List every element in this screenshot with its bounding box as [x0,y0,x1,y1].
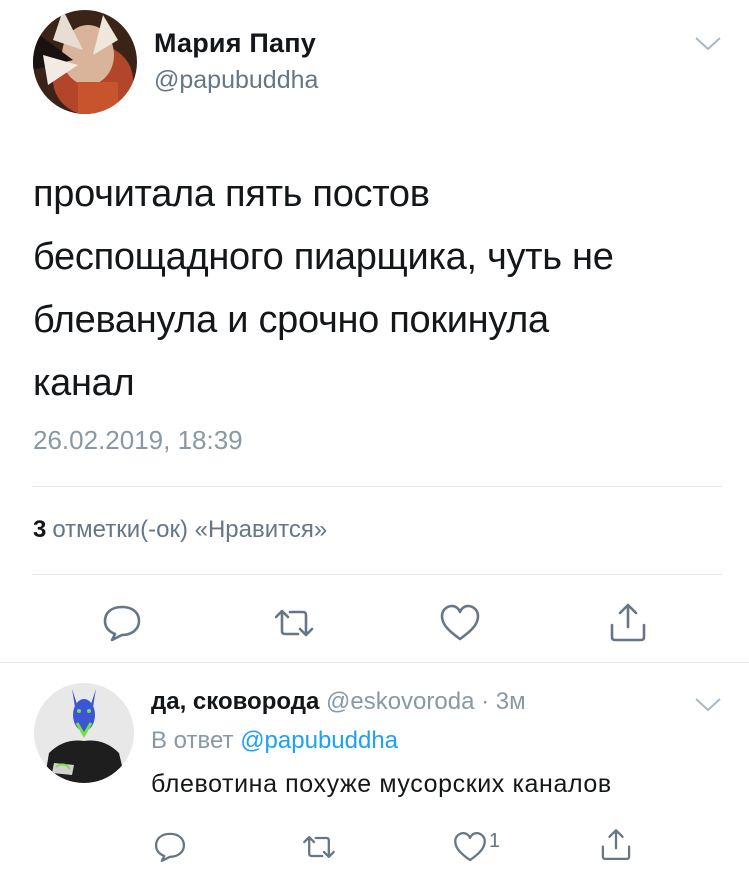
reply-icon[interactable] [100,601,144,645]
tweet-text-line: блеванула и срочно покинула [33,299,549,341]
tweet-text: прочитала пять постов беспощадного пиарщ… [33,163,713,415]
reply-author-handle[interactable]: @eskovoroda [326,688,474,715]
author-handle[interactable]: @papubuddha [154,66,318,95]
divider [33,574,722,575]
divider [33,486,722,487]
reply-like-count: 1 [489,830,501,852]
tweet-text-line: прочитала пять постов [33,173,430,215]
chevron-down-icon[interactable] [694,697,722,713]
retweet-icon[interactable] [272,601,316,645]
reply-age: 3м [495,688,526,715]
author-name[interactable]: Мария Папу [154,28,316,59]
reply-author-name[interactable]: да, сковорода [151,688,319,715]
tweet-text-line: беспощадного пиарщика, чуть не [33,236,614,278]
reply-avatar[interactable] [34,683,134,783]
author-avatar[interactable] [33,10,137,114]
share-icon[interactable] [606,601,650,645]
likes-label: отметки(-ок) «Нравится» [52,516,328,543]
reply-text: блевотина похуже мусорских каналов [151,770,612,798]
meta-separator: · [481,688,490,715]
divider [0,662,749,663]
tweet-timestamp[interactable]: 26.02.2019, 18:39 [33,425,243,456]
chevron-down-icon[interactable] [694,36,722,52]
like-icon[interactable] [452,829,488,865]
likes-count: 3 [33,516,47,543]
like-icon[interactable] [438,601,482,645]
tweet-text-line: канал [33,362,135,404]
in-reply-to: В ответ @papubuddha [151,727,398,755]
in-reply-prefix: В ответ [151,727,234,754]
reply-icon[interactable] [152,829,188,865]
likes-summary[interactable]: 3 отметки(-ок) «Нравится» [33,516,327,544]
in-reply-handle-link[interactable]: @papubuddha [240,727,398,754]
reply-header: да, сковорода @eskovoroda · 3м [151,688,526,716]
share-icon[interactable] [598,827,634,863]
retweet-icon[interactable] [301,829,337,865]
